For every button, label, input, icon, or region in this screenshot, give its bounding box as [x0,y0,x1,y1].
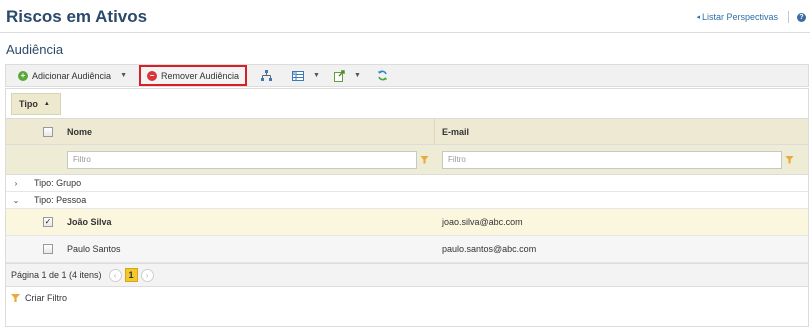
header-expand-cell [6,119,34,144]
filter-icon [11,294,20,302]
row-checkbox[interactable]: ✓ [43,217,53,227]
column-header-name[interactable]: Nome [62,119,435,144]
hierarchy-button[interactable] [261,66,273,85]
table-row[interactable]: Paulo Santos paulo.santos@abc.com [6,236,808,263]
table-row[interactable]: ✓ João Silva joao.silva@abc.com [6,209,808,236]
row-name: Paulo Santos [67,244,121,254]
columns-icon [292,70,305,81]
plus-circle-icon: + [18,70,28,81]
select-all-checkbox[interactable] [43,126,53,137]
add-audience-button[interactable]: + Adicionar Audiência ▼ [14,66,131,85]
export-icon [333,69,345,82]
refresh-icon [377,70,387,81]
email-filter-cell: Filtro [435,145,808,174]
group-row-pessoa[interactable]: ⌄ Tipo: Pessoa [6,192,808,209]
top-links: ◂ Listar Perspectivas ? [696,11,806,23]
filter-expand-cell [6,145,34,174]
group-panel: Tipo ▲ [6,89,808,119]
row-indent [6,236,34,262]
pager: Página 1 de 1 (4 itens) ‹ 1 › [6,263,808,287]
email-filter-input[interactable]: Filtro [442,150,782,169]
group-chip-tipo[interactable]: Tipo ▲ [11,93,61,115]
chevron-down-icon: ▼ [353,72,361,79]
help-icon[interactable]: ? [797,12,806,22]
section-title: Audiência [6,42,64,57]
next-page-icon[interactable]: › [140,268,154,282]
row-checkbox-cell [34,236,62,262]
sort-asc-icon: ▲ [43,101,50,107]
audience-grid: Tipo ▲ Nome E-mail Filtro Filtro › Tipo:… [5,88,809,327]
create-filter-label: Criar Filtro [25,293,67,303]
group-label: Tipo: Pessoa [34,195,87,205]
remove-audience-button[interactable]: − Remover Audiência [139,65,248,86]
row-email: joao.silva@abc.com [442,217,523,227]
create-filter-link[interactable]: Criar Filtro [6,287,808,309]
list-perspectives-label: Listar Perspectivas [701,12,778,22]
page-number-button[interactable]: 1 [124,268,138,282]
minus-circle-icon: − [147,70,157,81]
row-checkbox-cell: ✓ [34,209,62,235]
group-row-grupo[interactable]: › Tipo: Grupo [6,175,808,192]
header-checkbox-cell [34,119,62,144]
name-filter-input[interactable]: Filtro [67,150,417,169]
filter-icon[interactable] [785,155,794,164]
row-checkbox[interactable] [43,244,53,254]
list-perspectives-link[interactable]: ◂ Listar Perspectivas [696,12,778,22]
refresh-button[interactable] [377,66,388,85]
filter-icon[interactable] [420,155,429,164]
caret-left-icon: ◂ [696,14,700,21]
filter-checkbox-cell [34,145,62,174]
name-filter-cell: Filtro [62,145,435,174]
title-divider [0,32,810,33]
chevron-down-icon[interactable]: ⌄ [6,196,26,205]
page-title: Riscos em Ativos [6,7,148,26]
hierarchy-icon [261,70,273,81]
column-header-email[interactable]: E-mail [435,119,808,144]
row-email: paulo.santos@abc.com [442,244,537,254]
chevron-down-icon: ▼ [313,72,320,79]
columns-button[interactable]: ▼ [292,66,320,85]
chevron-right-icon[interactable]: › [6,179,26,188]
toolbar: + Adicionar Audiência ▼ − Remover Audiên… [5,64,809,87]
row-indent [6,209,34,235]
prev-page-icon[interactable]: ‹ [108,268,122,282]
group-label: Tipo: Grupo [34,178,82,188]
remove-audience-label: Remover Audiência [161,70,240,81]
divider [788,11,789,23]
chevron-down-icon[interactable]: ▼ [120,72,127,79]
column-header-row: Nome E-mail [6,119,808,145]
row-name: João Silva [67,217,112,227]
add-audience-label: Adicionar Audiência [32,70,112,81]
export-button[interactable]: ▼ [333,66,361,85]
group-chip-label: Tipo [19,99,38,109]
pager-info: Página 1 de 1 (4 itens) [11,270,102,280]
filter-row: Filtro Filtro [6,145,808,175]
